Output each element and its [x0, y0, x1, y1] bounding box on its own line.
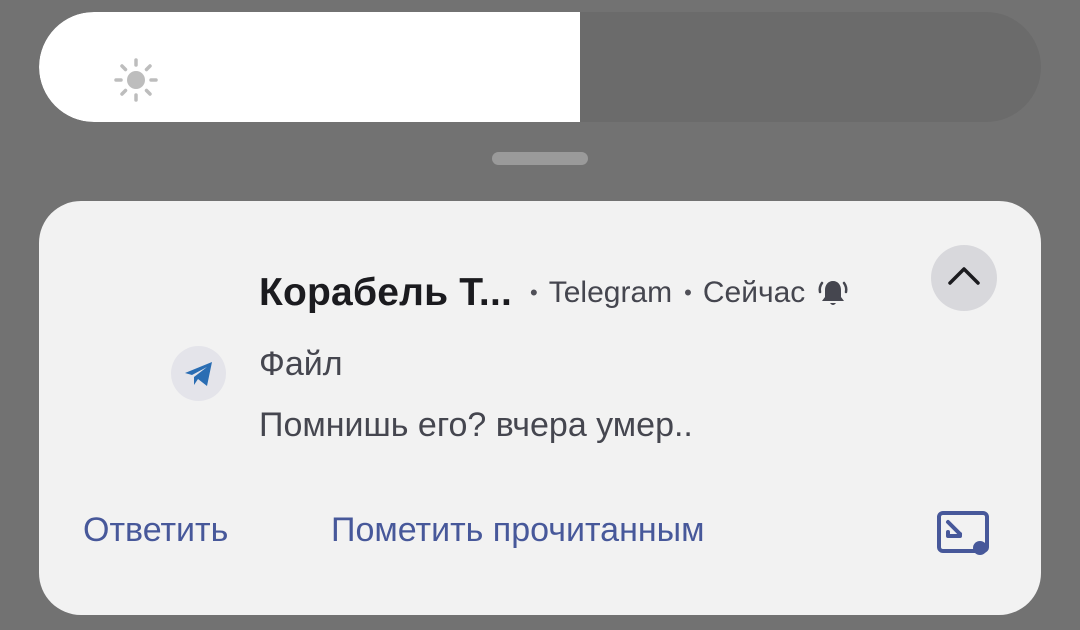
picture-in-picture-icon[interactable]	[936, 510, 992, 558]
brightness-slider[interactable]	[39, 12, 1041, 122]
reply-button[interactable]: Ответить	[83, 511, 228, 550]
separator-dot: •	[530, 280, 538, 305]
notification-message: Помнишь его? вчера умер..	[259, 406, 693, 444]
notification-title: Файл	[259, 345, 343, 383]
panel-drag-handle[interactable]	[492, 152, 588, 165]
collapse-button[interactable]	[931, 245, 997, 311]
app-name: Telegram	[548, 276, 673, 309]
mark-read-button[interactable]: Пометить прочитанным	[331, 511, 704, 550]
notification-header: Корабель Т... • Telegram • Сейчас	[259, 263, 849, 323]
sender-name: Корабель Т...	[259, 271, 513, 314]
notification-time: Сейчас	[702, 276, 806, 309]
separator-dot: •	[684, 280, 692, 305]
telegram-icon	[171, 346, 226, 401]
chevron-up-icon	[948, 267, 980, 285]
notification-card[interactable]: Корабель Т... • Telegram • Сейчас Файл П…	[39, 201, 1041, 615]
sun-icon	[114, 58, 158, 102]
bell-alert-icon	[818, 281, 848, 305]
